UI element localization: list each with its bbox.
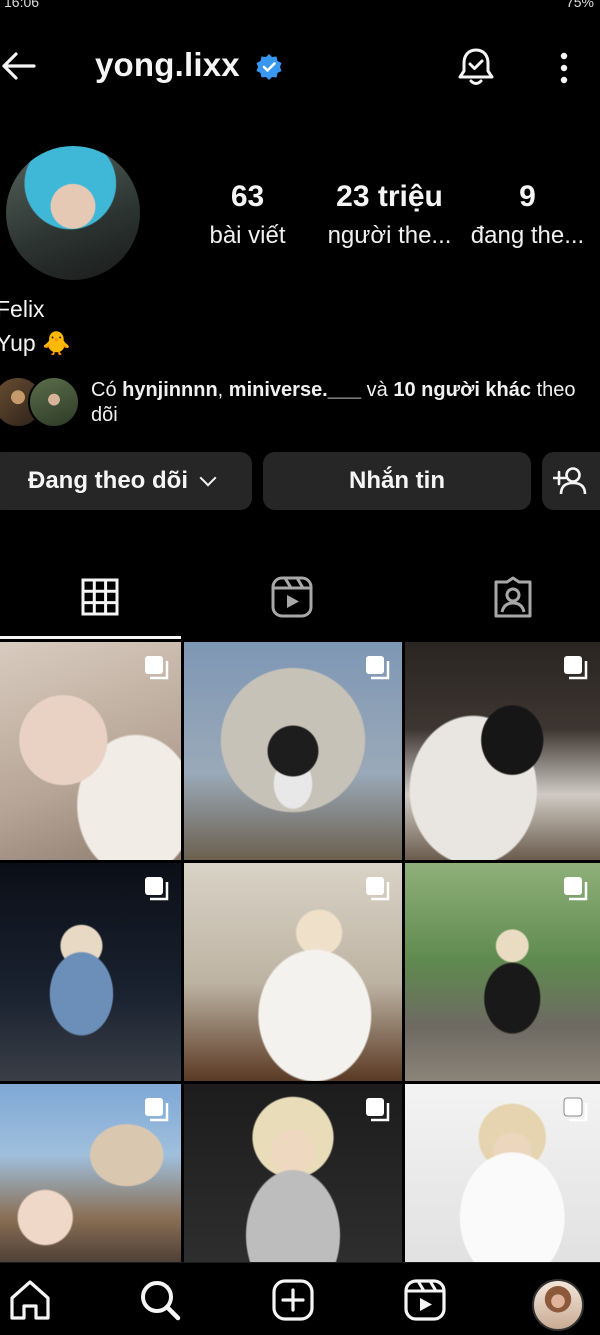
reels-icon	[271, 576, 313, 623]
posts-count[interactable]: 63 bài viết	[190, 180, 305, 250]
mutual-follower-name: miniverse.___	[228, 379, 362, 401]
back-arrow-icon[interactable]	[0, 46, 40, 86]
mutual-follower-name: hynjinnnn	[122, 379, 218, 401]
stat-label: bài viết	[209, 222, 286, 249]
multiple-photos-icon	[366, 1098, 390, 1122]
profile-bio: Yup 🐥	[0, 330, 71, 356]
multiple-photos-icon	[564, 656, 588, 680]
following-button[interactable]: Đang theo dõi	[0, 452, 252, 510]
multiple-photos-icon	[145, 877, 169, 901]
tab-tagged[interactable]	[413, 560, 600, 638]
post-thumbnail[interactable]	[0, 642, 181, 860]
message-button-label: Nhắn tin	[349, 467, 445, 494]
battery-level: 75%	[565, 0, 594, 10]
notification-bell-icon[interactable]	[456, 46, 496, 88]
following-button-label: Đang theo dõi	[28, 467, 188, 494]
post-thumbnail[interactable]	[184, 642, 402, 860]
nav-create[interactable]	[270, 1278, 316, 1327]
add-person-icon	[553, 466, 587, 496]
stat-value: 23 triệu	[336, 180, 443, 213]
verified-badge-icon	[255, 53, 283, 81]
separator: ,	[217, 379, 229, 401]
search-icon	[138, 1278, 182, 1327]
multiple-photos-icon	[366, 877, 390, 901]
nav-home[interactable]	[7, 1279, 53, 1325]
profile-username: yong.lixx	[95, 46, 240, 83]
profile-tabs	[0, 560, 600, 638]
post-thumbnail[interactable]	[405, 1084, 600, 1262]
multiple-photos-icon	[563, 1097, 588, 1122]
more-vertical-icon[interactable]	[552, 50, 576, 86]
stat-value: 63	[230, 180, 265, 213]
nav-profile-avatar[interactable]	[532, 1279, 584, 1331]
conjunction: và	[361, 379, 394, 401]
bottom-navigation	[0, 1262, 600, 1335]
mutual-others-count: 10 người khác	[393, 379, 532, 401]
post-thumbnail[interactable]	[0, 863, 181, 1081]
suggested-accounts-button[interactable]	[542, 452, 600, 510]
home-icon	[8, 1278, 52, 1327]
followers-count[interactable]: 23 triệu người the...	[322, 180, 457, 250]
multiple-photos-icon	[564, 877, 588, 901]
post-thumbnail[interactable]	[184, 863, 402, 1081]
profile-avatar[interactable]	[6, 146, 140, 280]
stat-label: đang the...	[470, 222, 585, 249]
multiple-photos-icon	[366, 656, 390, 680]
post-thumbnail[interactable]	[405, 863, 600, 1081]
tab-reels[interactable]	[192, 560, 392, 638]
post-thumbnail[interactable]	[405, 642, 600, 860]
chevron-down-icon	[199, 469, 217, 487]
status-time: 16:06	[4, 0, 40, 10]
reels-icon	[403, 1278, 447, 1327]
stat-value: 9	[519, 180, 536, 213]
create-icon	[271, 1278, 315, 1327]
nav-search[interactable]	[137, 1279, 183, 1325]
post-thumbnail[interactable]	[0, 1084, 181, 1262]
mutual-follower-avatar[interactable]	[28, 376, 80, 428]
post-thumbnail[interactable]	[184, 1084, 402, 1262]
message-button[interactable]: Nhắn tin	[263, 452, 531, 510]
tagged-icon	[492, 576, 534, 623]
multiple-photos-icon	[145, 656, 169, 680]
following-count[interactable]: 9 đang the...	[465, 180, 590, 250]
followed-by-text[interactable]: Có hynjinnnn, miniverse.___ và 10 người …	[91, 378, 591, 428]
followed-by-prefix: Có	[91, 379, 123, 401]
active-tab-indicator	[0, 636, 181, 639]
profile-full-name: Felix	[0, 296, 45, 322]
profile-header: yong.lixx	[0, 28, 600, 108]
nav-reels[interactable]	[402, 1278, 448, 1327]
tab-posts[interactable]	[0, 560, 200, 638]
multiple-photos-icon	[145, 1098, 169, 1122]
grid-icon	[81, 578, 119, 621]
status-bar: 16:06 75%	[0, 0, 600, 12]
stat-label: người the...	[327, 222, 452, 249]
